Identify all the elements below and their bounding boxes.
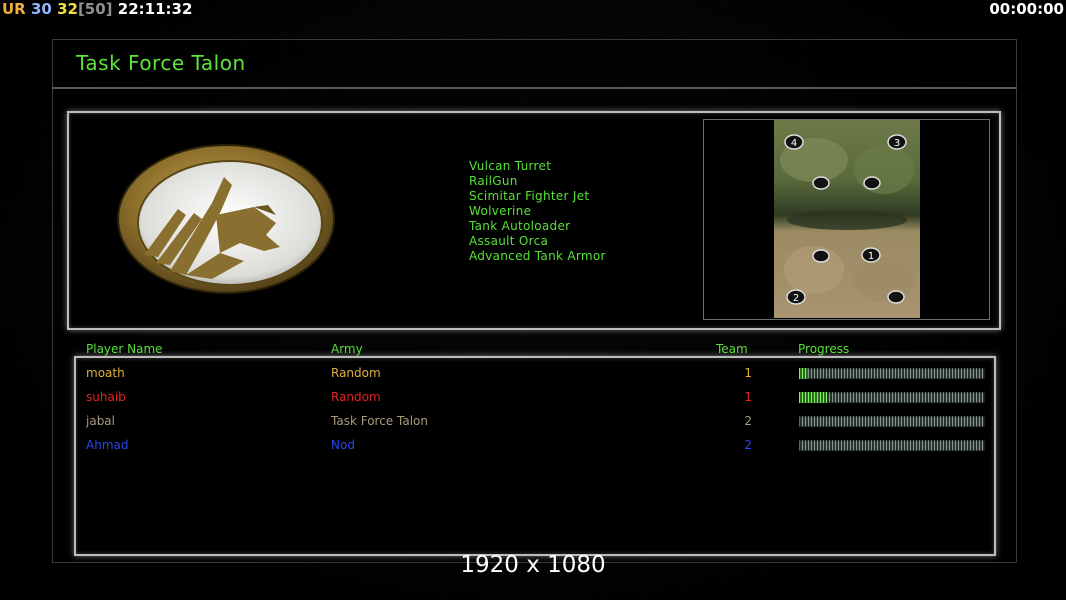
column-header-team: Team: [716, 342, 748, 356]
player-name: suhaib: [86, 390, 126, 404]
unit-item: Scimitar Fighter Jet: [469, 189, 590, 203]
player-team: 2: [744, 438, 752, 452]
eagle-emblem-icon: [117, 144, 335, 294]
unit-item: Advanced Tank Armor: [469, 249, 606, 263]
player-row: jabal Task Force Talon 2: [0, 411, 1066, 433]
player-row: moath Random 1: [0, 363, 1066, 385]
svg-text:3: 3: [894, 138, 900, 149]
system-clock: 22:11:32: [117, 0, 193, 18]
start-position-marker: 4: [784, 134, 804, 150]
resolution-label: 1920 x 1080: [460, 552, 606, 578]
progress-bar: [799, 392, 985, 403]
player-name: Ahmad: [86, 438, 129, 452]
current-fps: 32: [57, 0, 78, 18]
svg-text:2: 2: [793, 293, 799, 304]
unit-item: Tank Autoloader: [469, 219, 571, 233]
ur-label: UR: [2, 0, 26, 18]
unit-list: Vulcan Turret RailGun Scimitar Fighter J…: [469, 159, 606, 264]
max-fps: [50]: [77, 0, 113, 18]
player-row: Ahmad Nod 2: [0, 435, 1066, 457]
player-team: 2: [744, 414, 752, 428]
player-army: Task Force Talon: [331, 414, 428, 428]
svg-text:4: 4: [791, 138, 797, 149]
column-header-player-name: Player Name: [86, 342, 163, 356]
player-row: suhaib Random 1: [0, 387, 1066, 409]
player-army: Random: [331, 366, 381, 380]
start-position-marker: 1: [861, 247, 881, 263]
start-position-marker: 2: [786, 289, 806, 305]
player-name: moath: [86, 366, 125, 380]
player-name: jabal: [86, 414, 115, 428]
progress-fill: [799, 368, 809, 379]
page-title: Task Force Talon: [76, 51, 246, 75]
unit-item: RailGun: [469, 174, 518, 188]
progress-bar: [799, 440, 985, 451]
game-timer: 00:00:00: [989, 0, 1064, 18]
progress-fill: [799, 392, 827, 403]
player-team: 1: [744, 390, 752, 404]
player-team: 1: [744, 366, 752, 380]
player-army: Nod: [331, 438, 355, 452]
svg-text:1: 1: [868, 251, 874, 262]
player-army: Random: [331, 390, 381, 404]
map-preview: 4 3 1 2: [774, 120, 920, 318]
start-position-marker: 3: [887, 134, 907, 150]
column-header-progress: Progress: [798, 342, 850, 356]
progress-bar: [799, 416, 985, 427]
unit-item: Assault Orca: [469, 234, 549, 248]
fps-value: 30: [30, 0, 52, 18]
column-header-army: Army: [331, 342, 363, 356]
unit-item: Vulcan Turret: [469, 159, 552, 173]
progress-bar: [799, 368, 985, 379]
fps-overlay: UR 30 32[50] 22:11:32: [2, 0, 192, 19]
unit-item: Wolverine: [469, 204, 532, 218]
